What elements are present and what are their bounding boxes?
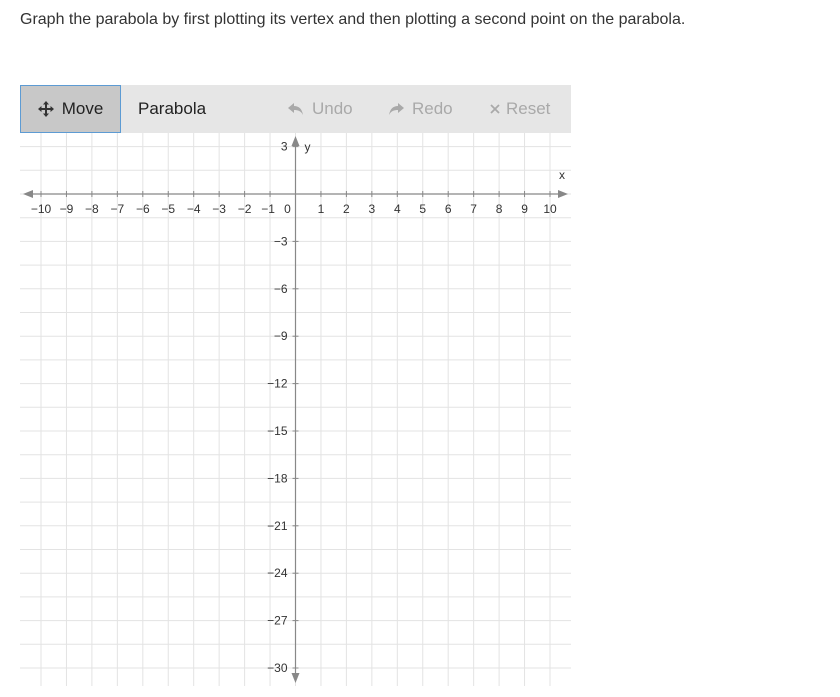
y-tick-label: 3 <box>281 140 288 154</box>
y-tick-label: −12 <box>267 377 288 391</box>
x-axis-right-arrow-icon <box>558 190 568 198</box>
y-tick-label: −9 <box>274 329 288 343</box>
graph-toolbar: Move Parabola Undo Redo Reset <box>20 85 571 133</box>
parabola-tool-label: Parabola <box>138 99 207 118</box>
x-tick-label: −3 <box>212 202 226 216</box>
y-axis-label: y <box>305 140 311 154</box>
move-tool-label: Move <box>61 99 104 118</box>
reset-label: Reset <box>506 99 551 118</box>
move-tool-button[interactable]: Move <box>20 85 121 133</box>
x-tick-label: 9 <box>521 202 528 216</box>
x-axis-label: x <box>559 168 565 182</box>
instruction-text: Graph the parabola by first plotting its… <box>20 11 686 28</box>
x-tick-label: 7 <box>470 202 477 216</box>
redo-button[interactable]: Redo <box>388 85 453 133</box>
x-tick-label: −2 <box>238 202 252 216</box>
x-tick-label: −5 <box>161 202 175 216</box>
x-tick-label: −8 <box>85 202 99 216</box>
undo-label: Undo <box>312 99 353 118</box>
undo-button[interactable]: Undo <box>288 85 353 133</box>
y-tick-label: −27 <box>267 614 288 628</box>
x-tick-label: 2 <box>343 202 350 216</box>
x-tick-label: 1 <box>318 202 325 216</box>
move-arrows-icon <box>37 101 54 117</box>
x-tick-label: 0 <box>284 202 291 216</box>
y-tick-label: −21 <box>267 519 288 533</box>
y-tick-label: −3 <box>274 234 288 248</box>
x-tick-label: 8 <box>496 202 503 216</box>
undo-arrow-icon <box>288 102 304 116</box>
x-axis-left-arrow-icon <box>23 190 33 198</box>
x-tick-label: −10 <box>31 202 52 216</box>
x-tick-label: −7 <box>111 202 125 216</box>
y-tick-label: −24 <box>267 566 288 580</box>
parabola-tool-button[interactable]: Parabola <box>138 85 206 133</box>
y-tick-label: −30 <box>267 661 288 675</box>
x-tick-label: −6 <box>136 202 150 216</box>
y-tick-label: −18 <box>267 471 288 485</box>
x-tick-label: −1 <box>261 202 275 216</box>
x-tick-label: −9 <box>60 202 74 216</box>
y-tick-label: −15 <box>267 424 288 438</box>
x-tick-label: 4 <box>394 202 401 216</box>
coordinate-grid[interactable]: xy−10 −9 −8 −7 −6 −5 −4 −3 −2 −1 0 1 2 3 4 5 6 7 8 9 103−3−6… <box>20 133 571 686</box>
redo-arrow-icon <box>388 102 404 116</box>
y-tick-label: −6 <box>274 282 288 296</box>
y-axis-up-arrow-icon <box>291 136 300 146</box>
x-tick-label: 10 <box>543 202 557 216</box>
x-tick-label: −4 <box>187 202 201 216</box>
x-tick-label: 6 <box>445 202 452 216</box>
reset-button[interactable]: Reset <box>490 85 550 133</box>
x-icon <box>490 104 500 114</box>
redo-label: Redo <box>412 99 453 118</box>
y-axis-down-arrow-icon <box>291 673 300 683</box>
x-tick-label: 5 <box>419 202 426 216</box>
x-tick-label: 3 <box>369 202 376 216</box>
